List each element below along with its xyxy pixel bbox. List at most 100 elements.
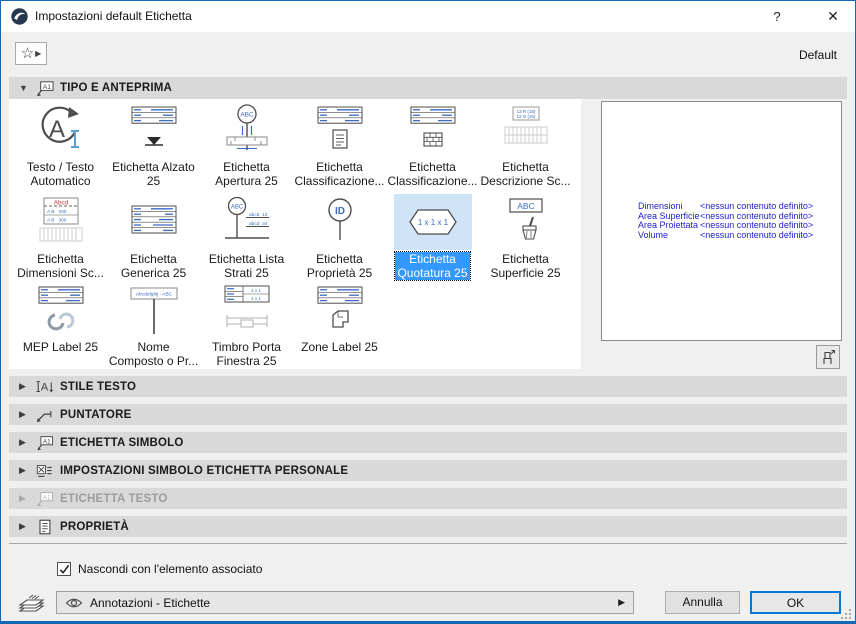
- grid-item-alzato[interactable]: Etichetta Alzato25: [107, 102, 200, 194]
- timbro-porta-icon: 1 x 1 1 x 1: [208, 282, 286, 338]
- grid-item-label: Zone Label 25: [301, 340, 378, 354]
- expander-down-icon: ▼: [19, 83, 29, 93]
- section-etichetta-simbolo[interactable]: ▶A1ETICHETTA SIMBOLO: [9, 432, 847, 453]
- svg-text:A B 300: A B 300: [47, 218, 67, 224]
- grid-item-label: EtichettaGenerica 25: [121, 252, 186, 280]
- chevron-right-icon: ▶: [35, 49, 41, 58]
- svg-text:12 G (25): 12 G (25): [516, 114, 536, 119]
- grid-item-label: EtichettaDimensioni Sc...: [17, 252, 104, 280]
- grid-item-label: EtichettaProprietà 25: [307, 252, 372, 280]
- grid-item-testo-automatico[interactable]: A Testo / TestoAutomatico: [14, 102, 107, 194]
- grid-item-timbro-porta[interactable]: 1 x 1 1 x 1 Timbro PortaFinestra 25: [200, 282, 293, 370]
- classificazione-doc-icon: [301, 102, 379, 158]
- section-label: PROPRIETÀ: [60, 521, 129, 533]
- grid-item-apertura[interactable]: ABC EtichettaApertura 25: [200, 102, 293, 194]
- archicad-logo-icon: [11, 8, 28, 25]
- grid-item-dimensioni[interactable]: Abcd A B 200 A B 300 EtichettaDimensioni…: [14, 194, 107, 282]
- expander-right-icon: ▶: [19, 409, 29, 420]
- proprieta-icon: [35, 518, 54, 536]
- layer-dropdown[interactable]: Annotazioni - Etichette ▶: [56, 591, 634, 614]
- grid-item-quotatura[interactable]: 1 x 1 x 1 EtichettaQuotatura 25: [386, 194, 479, 282]
- dropdown-arrow-icon: ▶: [618, 597, 625, 608]
- section-tipo-e-anteprima[interactable]: ▼ A1 TIPO E ANTEPRIMA: [9, 77, 847, 99]
- svg-text:1 x 1 x 1: 1 x 1 x 1: [417, 218, 448, 227]
- title-bar: Impostazioni default Etichetta ? ✕: [1, 1, 855, 32]
- layer-value: Annotazioni - Etichette: [90, 596, 611, 610]
- svg-text:A1: A1: [43, 494, 51, 501]
- grid-item-mep[interactable]: MEP Label 25: [14, 282, 107, 370]
- superficie-icon: ABC: [487, 194, 565, 250]
- grid-item-label: EtichettaQuotatura 25: [395, 252, 469, 280]
- grid-item-label: EtichettaClassificazione...: [294, 160, 384, 188]
- grid-item-lista-strati[interactable]: ABC abcd 12 abcd 34 Etichetta ListaStrat…: [200, 194, 293, 282]
- grid-item-classificazione-muro[interactable]: EtichettaClassificazione...: [386, 102, 479, 194]
- section-etichetta-testo[interactable]: ▶A1ETICHETTA TESTO: [9, 488, 847, 509]
- svg-text:A B 200: A B 200: [47, 209, 67, 215]
- default-label: Default: [799, 48, 837, 62]
- grid-item-generica[interactable]: EtichettaGenerica 25: [107, 194, 200, 282]
- section-stile-testo[interactable]: ▶ A STILE TESTO: [9, 376, 847, 397]
- expander-right-icon: ▶: [19, 465, 29, 476]
- section-puntatore[interactable]: ▶ PUNTATORE: [9, 404, 847, 425]
- etichetta-section-icon: A1: [35, 79, 54, 98]
- favorites-button[interactable]: ☆ ▶: [15, 42, 47, 65]
- section-label: IMPOSTAZIONI SIMBOLO ETICHETTA PERSONALE: [60, 465, 348, 477]
- nome-composto-icon: Abcdefghij - ABC: [115, 282, 193, 338]
- grid-item-label: Testo / TestoAutomatico: [27, 160, 94, 188]
- grid-item-label: EtichettaClassificazione...: [387, 160, 477, 188]
- grid-item-descrizione[interactable]: 13 R (18) 12 G (25) EtichettaDescrizione…: [479, 102, 572, 194]
- eye-icon: [65, 597, 83, 609]
- svg-text:1 x 1: 1 x 1: [251, 288, 261, 293]
- svg-text:ABC: ABC: [230, 205, 243, 211]
- section-proprieta[interactable]: ▶PROPRIETÀ: [9, 516, 847, 537]
- classificazione-muro-icon: [394, 102, 472, 158]
- help-button[interactable]: ?: [757, 1, 797, 32]
- grid-item-nome-composto[interactable]: Abcdefghij - ABC NomeComposto o Pr...: [107, 282, 200, 370]
- label-preview: Dimensioni<nessun contenuto definito>Are…: [601, 101, 842, 341]
- svg-text:A: A: [41, 381, 49, 393]
- impostazioni-simbolo-icon: [35, 462, 54, 480]
- section-label: TIPO E ANTEPRIMA: [60, 82, 172, 94]
- separator-line: [9, 543, 847, 544]
- grid-item-proprieta-id[interactable]: ID EtichettaProprietà 25: [293, 194, 386, 282]
- preview-field-label: Volume: [638, 231, 700, 241]
- lista-strati-icon: ABC abcd 12 abcd 34: [208, 194, 286, 250]
- resize-grip[interactable]: [840, 608, 852, 620]
- grid-item-label: NomeComposto o Pr...: [109, 340, 198, 368]
- stile-testo-icon: A: [35, 378, 54, 396]
- svg-text:ID: ID: [335, 206, 345, 217]
- puntatore-icon: [35, 406, 54, 424]
- grid-item-label: Etichetta ListaStrati 25: [209, 252, 284, 280]
- descrizione-icon: 13 R (18) 12 G (25): [487, 102, 565, 158]
- hide-with-element-checkbox[interactable]: [57, 562, 71, 576]
- svg-text:ABC: ABC: [240, 112, 254, 119]
- svg-text:A1: A1: [43, 438, 51, 445]
- etichetta-testo-icon: A1: [35, 490, 54, 508]
- chair-arrow-icon: [820, 349, 836, 365]
- dialog-impostazioni-default-etichetta: Impostazioni default Etichetta ? ✕ ☆ ▶ D…: [0, 0, 856, 624]
- close-button[interactable]: ✕: [813, 1, 853, 32]
- checkmark-icon: [59, 564, 70, 575]
- svg-text:Abcdefghij - ABC: Abcdefghij - ABC: [135, 292, 172, 298]
- grid-item-label: Etichetta Alzato25: [112, 160, 195, 188]
- etichetta-simbolo-icon: A1: [35, 434, 54, 452]
- grid-item-label: EtichettaDescrizione Sc...: [480, 160, 570, 188]
- checkbox-label: Nascondi con l'elemento associato: [78, 562, 262, 576]
- proprieta-id-icon: ID: [301, 194, 379, 250]
- grid-item-zone[interactable]: Zone Label 25: [293, 282, 386, 370]
- section-label: PUNTATORE: [60, 409, 131, 421]
- section-impostazioni-simbolo[interactable]: ▶ IMPOSTAZIONI SIMBOLO ETICHETTA PERSONAL…: [9, 460, 847, 481]
- ok-button[interactable]: OK: [750, 591, 841, 614]
- hide-with-element-row: Nascondi con l'elemento associato: [57, 562, 262, 576]
- grid-item-classificazione-doc[interactable]: EtichettaClassificazione...: [293, 102, 386, 194]
- object-browser-button[interactable]: [816, 345, 840, 369]
- cancel-button[interactable]: Annulla: [665, 591, 740, 614]
- svg-text:ABC: ABC: [517, 201, 534, 211]
- expander-right-icon: ▶: [19, 437, 29, 448]
- zone-icon: [301, 282, 379, 338]
- grid-item-superficie[interactable]: ABC EtichettaSuperficie 25: [479, 194, 572, 282]
- expander-right-icon: ▶: [19, 493, 29, 504]
- expander-right-icon: ▶: [19, 381, 29, 392]
- grid-item-label: EtichettaSuperficie 25: [490, 252, 560, 280]
- section-label: STILE TESTO: [60, 381, 136, 393]
